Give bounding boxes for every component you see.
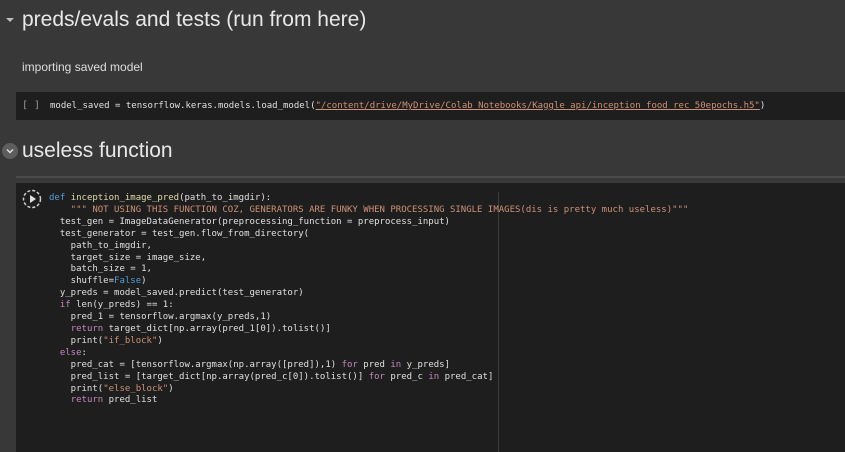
chevron-down-icon[interactable] [2,12,18,28]
code-line: path_to_imgdir, [49,240,152,251]
code-line: pred_list = [target_dict[np.array(pred_c… [49,371,494,382]
run-bracket[interactable]: [ ] [22,100,40,111]
text-cell-content: importing saved model [22,59,143,74]
code-line: test_gen = ImageDataGenerator(preprocess… [49,216,450,227]
code-text: model_saved = tensorflow.keras.models.lo… [50,101,316,111]
code-line: else: [59,347,87,358]
section-heading: preds/evals and tests (run from here) [22,8,367,31]
code-line: y_preds = model_saved.predict(test_gener… [49,288,304,299]
code-line: return target_dict[np.array(pred_1[0]).t… [70,323,331,334]
code-line: pred_cat = [tensorflow.argmax(np.array([… [49,359,451,370]
section-heading: useless function [22,139,173,162]
code-cell-load-model[interactable]: [ ] model_saved = tensorflow.keras.model… [16,92,845,120]
code-text-end: ) [759,101,766,111]
code-line: target_size = image_size, [49,252,207,263]
code-line: if len(y_preds) == 1: [59,300,174,311]
code-line: print("else_block") [49,383,174,394]
code-cell-function[interactable]: def inception_image_pred(path_to_imgdir)… [16,183,845,452]
code-line: batch_size = 1, [49,264,152,275]
play-circle-icon[interactable] [22,189,42,209]
code-line: shuffle=False) [49,276,147,287]
section-header-preds: preds/evals and tests (run from here) [0,0,845,40]
code-line: pred_1 = tensorflow.argmax(y_preds,1) [49,312,272,323]
code-line: """ NOT USING THIS FUNCTION COZ, GENERAT… [49,204,689,215]
code-line: print("if_block") [49,335,163,346]
divider [16,176,845,178]
text-cell[interactable]: importing saved model [0,49,845,84]
chevron-down-icon[interactable] [2,143,18,159]
code-line: test_generator = test_gen.flow_from_dire… [49,228,310,239]
code-editor[interactable]: def inception_image_pred(path_to_imgdir)… [49,193,688,407]
section-header-useless: useless function [0,131,845,171]
code-line[interactable]: model_saved = tensorflow.keras.models.lo… [50,101,765,111]
code-line: return pred_list [70,395,158,406]
code-line: def inception_image_pred(path_to_imgdir)… [49,193,272,203]
path-link[interactable]: "/content/drive/MyDrive/Colab Notebooks/… [316,101,760,111]
